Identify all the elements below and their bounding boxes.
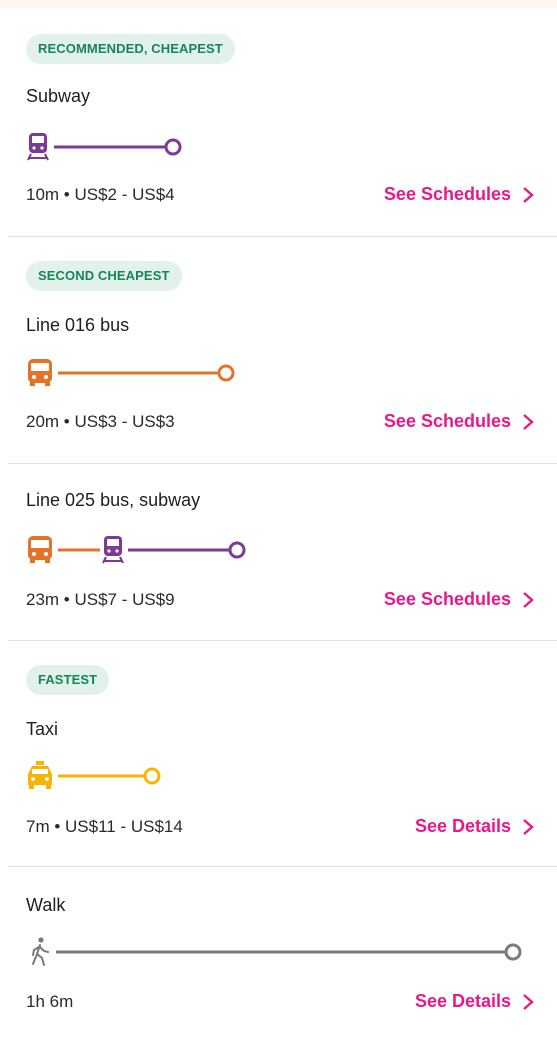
route-diagram bbox=[24, 533, 264, 567]
route-badge: SECOND CHEAPEST bbox=[26, 261, 182, 291]
route-badge: FASTEST bbox=[26, 665, 110, 695]
subway-icon bbox=[102, 536, 124, 564]
see-schedules-link[interactable]: See Schedules bbox=[384, 589, 535, 610]
chevron-right-icon bbox=[523, 186, 534, 203]
bus-icon bbox=[28, 359, 52, 386]
chevron-right-icon bbox=[523, 591, 534, 608]
route-option-bus-016[interactable]: SECOND CHEAPEST Line 016 bus 20m • US$3 … bbox=[0, 237, 557, 464]
chevron-right-icon bbox=[523, 818, 534, 835]
bus-icon bbox=[28, 536, 52, 563]
route-meta: 20m • US$3 - US$3 bbox=[26, 412, 175, 431]
route-option-bus-025-subway[interactable]: Line 025 bus, subway 23m • US$7 - US$9 S… bbox=[0, 464, 557, 641]
link-label: See Details bbox=[414, 816, 511, 836]
route-name: Taxi bbox=[26, 719, 59, 739]
route-badge: RECOMMENDED, CHEAPEST bbox=[26, 34, 235, 64]
destination-dot bbox=[217, 364, 235, 382]
walk-icon bbox=[32, 937, 49, 966]
link-label: See Schedules bbox=[383, 184, 511, 204]
link-label: See Details bbox=[414, 991, 511, 1011]
see-details-link[interactable]: See Details bbox=[415, 991, 535, 1012]
route-diagram bbox=[24, 759, 174, 793]
destination-dot bbox=[504, 943, 522, 961]
route-name: Subway bbox=[26, 86, 91, 106]
destination-dot bbox=[228, 541, 246, 559]
route-name: Line 016 bus bbox=[26, 315, 130, 335]
route-meta: 1h 6m bbox=[26, 992, 74, 1011]
route-meta: 10m • US$2 - US$4 bbox=[26, 185, 175, 204]
route-diagram bbox=[24, 130, 194, 164]
chevron-right-icon bbox=[523, 413, 534, 430]
destination-dot bbox=[164, 138, 182, 156]
route-option-walk[interactable]: Walk 1h 6m See Details bbox=[0, 867, 557, 1039]
destination-dot bbox=[143, 767, 161, 785]
subway-icon bbox=[27, 133, 49, 161]
link-label: See Schedules bbox=[383, 411, 511, 431]
route-diagram bbox=[24, 356, 254, 390]
link-label: See Schedules bbox=[383, 589, 511, 609]
route-meta: 23m • US$7 - US$9 bbox=[26, 590, 175, 609]
see-details-link[interactable]: See Details bbox=[415, 816, 535, 837]
taxi-icon bbox=[28, 761, 52, 789]
route-name: Walk bbox=[26, 895, 66, 915]
route-meta: 7m • US$11 - US$14 bbox=[26, 817, 183, 836]
route-option-taxi[interactable]: FASTEST Taxi 7m • US$11 - US$14 See Deta… bbox=[0, 641, 557, 867]
see-schedules-link[interactable]: See Schedules bbox=[384, 411, 535, 432]
route-name: Line 025 bus, subway bbox=[26, 490, 201, 510]
see-schedules-link[interactable]: See Schedules bbox=[384, 184, 535, 205]
chevron-right-icon bbox=[523, 993, 534, 1010]
route-option-subway[interactable]: RECOMMENDED, CHEAPEST Subway 10m • US$2 … bbox=[0, 0, 557, 237]
route-diagram bbox=[24, 935, 534, 969]
